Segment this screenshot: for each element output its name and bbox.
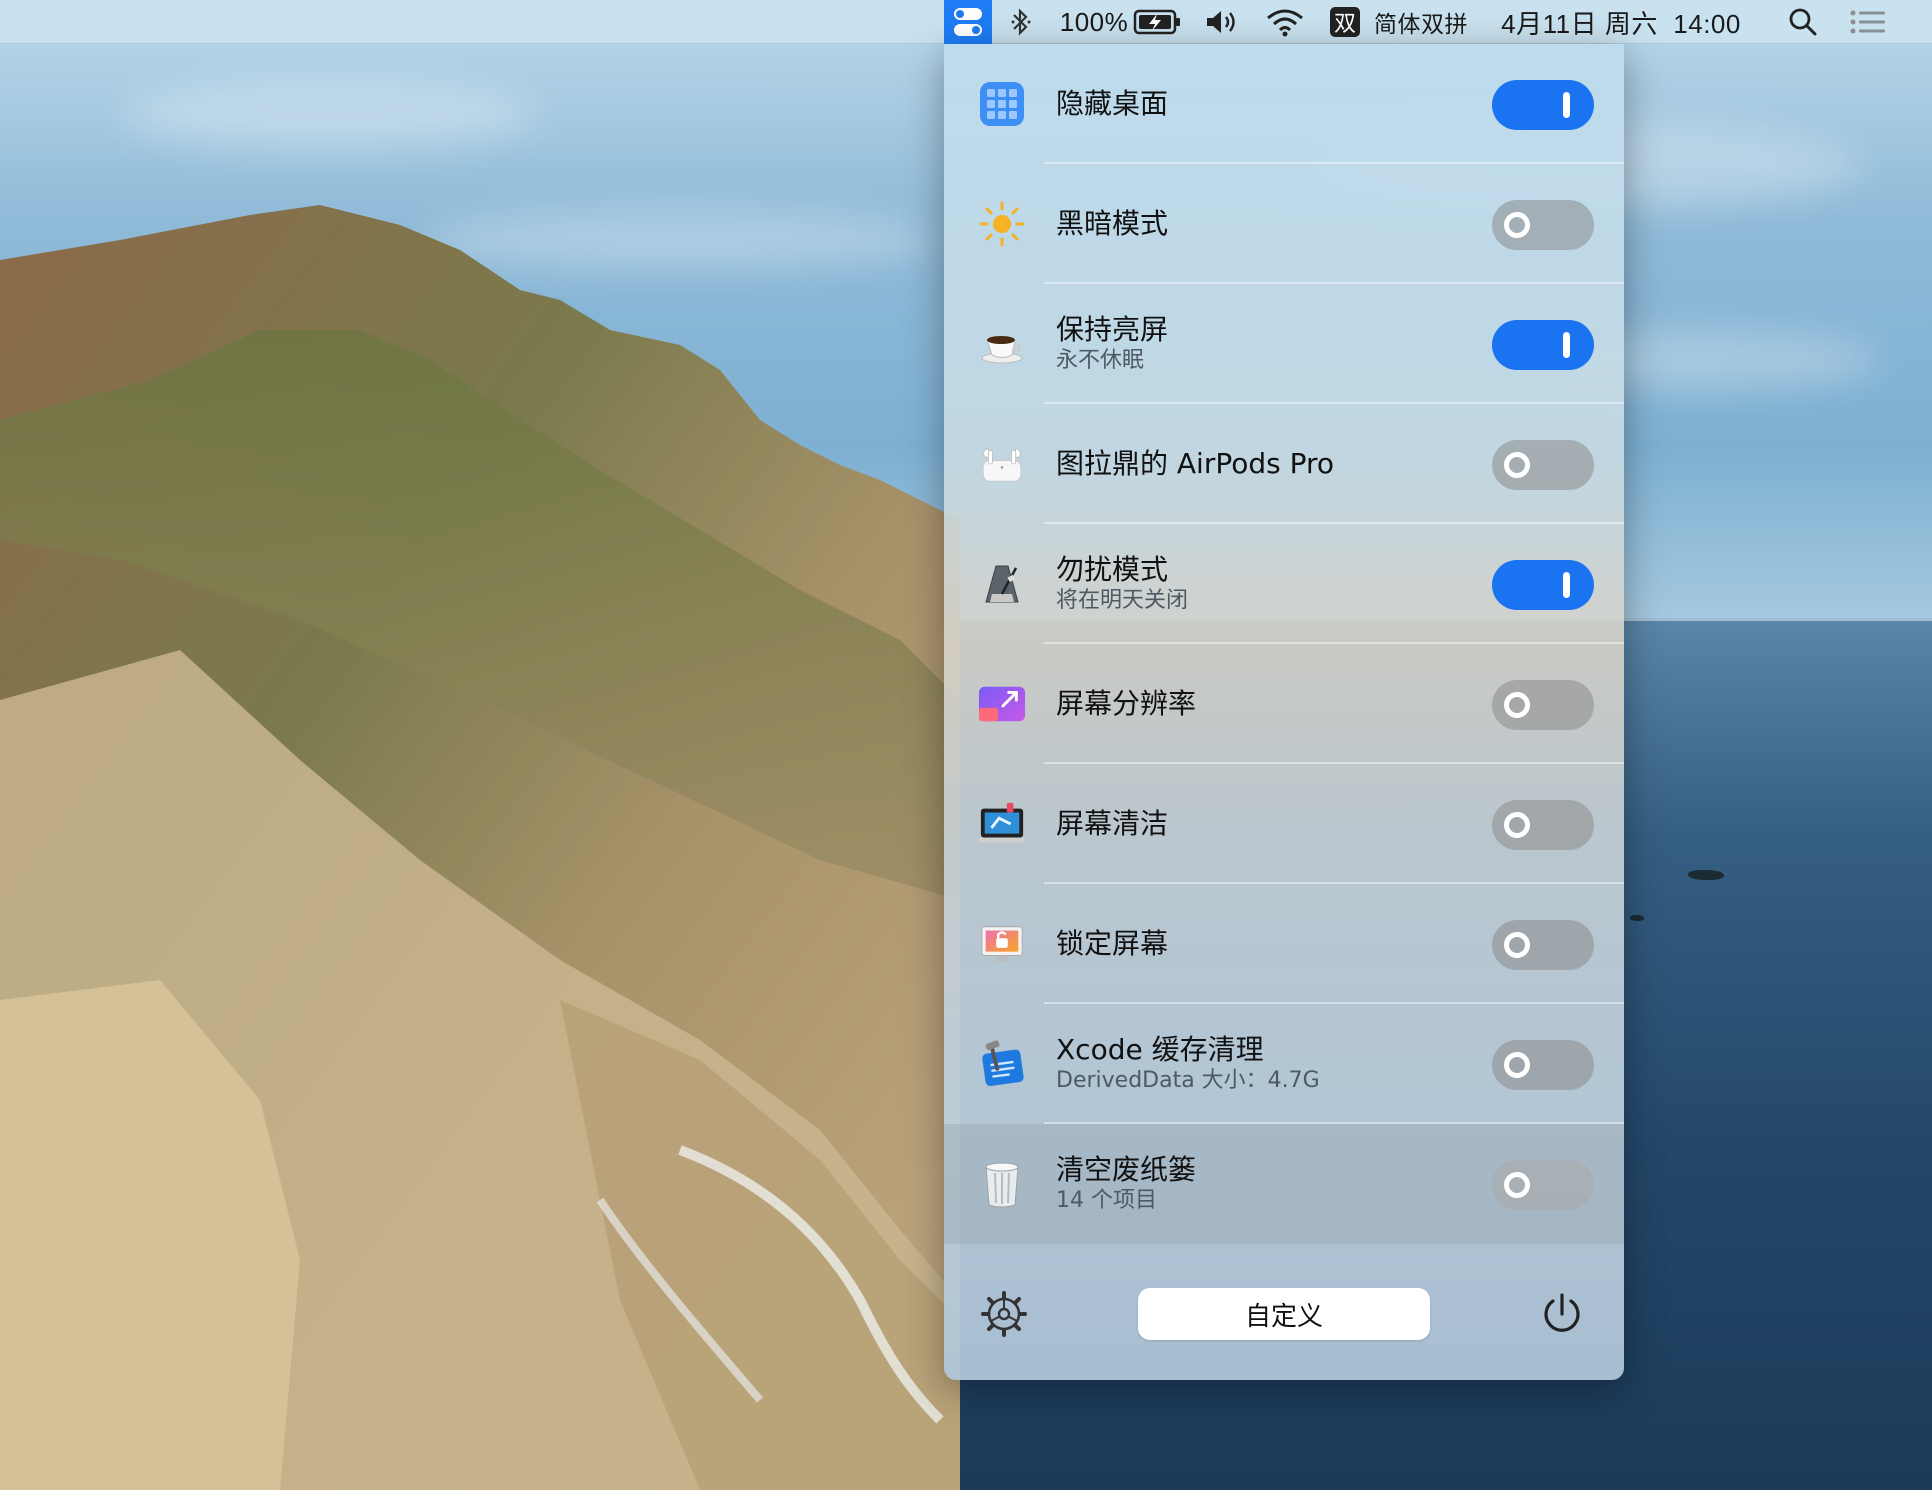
resolution-icon [978, 680, 1026, 728]
volume-icon [1207, 11, 1235, 33]
bluetooth-menu[interactable] [1004, 0, 1038, 44]
ime-name[interactable]: 简体双拼 [1368, 0, 1474, 44]
sea-rock [1630, 915, 1644, 921]
row-dark-mode[interactable]: 黑暗模式 [944, 164, 1624, 284]
metronome-icon [978, 560, 1026, 608]
wifi-icon [1267, 9, 1303, 37]
row-screen-resolution[interactable]: 屏幕分辨率 [944, 644, 1624, 764]
row-title: 屏幕清洁 [1056, 807, 1169, 840]
row-title: 图拉鼎的 AirPods Pro [1056, 447, 1335, 480]
battery-charging-icon [1133, 9, 1180, 35]
row-empty-trash[interactable]: 清空废纸篓 14 个项目 [944, 1124, 1624, 1244]
row-title: 隐藏桌面 [1056, 87, 1169, 120]
customize-button[interactable]: 自定义 [1138, 1288, 1430, 1340]
airpods-icon [978, 440, 1026, 488]
menubar-datetime[interactable]: 4月11日 周六 14:00 [1490, 0, 1752, 44]
row-title: 清空废纸篓 [1056, 1153, 1197, 1186]
row-title: 锁定屏幕 [1056, 927, 1169, 960]
screen-resolution-toggle[interactable] [1492, 680, 1594, 730]
row-title: 屏幕分辨率 [1056, 687, 1197, 720]
sun-icon [978, 200, 1026, 248]
power-icon [1544, 1293, 1580, 1332]
app-status-icon [954, 8, 982, 36]
do-not-disturb-toggle[interactable] [1492, 560, 1594, 610]
spotlight-button[interactable] [1786, 0, 1820, 44]
panel-footer: 自定义 [944, 1252, 1624, 1380]
row-subtitle: 永不休眠 [1056, 348, 1145, 373]
row-subtitle: DerivedData 大小：4.7G [1056, 1068, 1320, 1093]
notification-center-icon [1850, 10, 1885, 34]
notification-center-button[interactable] [1846, 0, 1890, 44]
row-keep-awake[interactable]: 保持亮屏 永不休眠 [944, 284, 1624, 404]
quit-button[interactable] [1540, 1292, 1584, 1336]
row-do-not-disturb[interactable]: 勿扰模式 将在明天关闭 [944, 524, 1624, 644]
menu-bar: 100% 双 简体双拼 4月11日 周六 14:00 [0, 0, 1932, 44]
grid-app-icon [978, 80, 1026, 128]
app-status-panel: 隐藏桌面 黑暗模式 保持亮屏 永不休眠 图拉鼎的 AirPods Pro 勿扰模… [944, 44, 1624, 1380]
spotlight-search-icon [1789, 8, 1817, 36]
row-title: 保持亮屏 [1056, 313, 1169, 346]
row-subtitle: 14 个项目 [1056, 1188, 1157, 1213]
row-title: Xcode 缓存清理 [1056, 1033, 1264, 1066]
sea-rock [1688, 870, 1724, 880]
app-status-menu-button[interactable] [944, 0, 992, 44]
row-title: 黑暗模式 [1056, 207, 1169, 240]
ime-icon: 双 [1330, 7, 1360, 37]
battery-menu[interactable] [1132, 0, 1182, 44]
row-lock-screen[interactable]: 锁定屏幕 [944, 884, 1624, 1004]
volume-menu[interactable] [1202, 0, 1244, 44]
airpods-toggle[interactable] [1492, 440, 1594, 490]
row-hide-desktop[interactable]: 隐藏桌面 [944, 44, 1624, 164]
row-xcode-cache[interactable]: Xcode 缓存清理 DerivedData 大小：4.7G [944, 1004, 1624, 1124]
xcode-cache-toggle[interactable] [1492, 1040, 1594, 1090]
row-airpods[interactable]: 图拉鼎的 AirPods Pro [944, 404, 1624, 524]
dark-mode-toggle[interactable] [1492, 200, 1594, 250]
ime-menu[interactable]: 双 [1328, 0, 1362, 44]
row-screen-clean[interactable]: 屏幕清洁 [944, 764, 1624, 884]
keep-awake-toggle[interactable] [1492, 320, 1594, 370]
row-subtitle: 将在明天关闭 [1056, 588, 1189, 613]
xcode-icon [978, 1040, 1026, 1088]
row-title: 勿扰模式 [1056, 553, 1169, 586]
battery-percent: 100% [1059, 6, 1129, 37]
gear-icon [981, 1291, 1027, 1337]
settings-button[interactable] [980, 1290, 1028, 1338]
empty-trash-toggle[interactable] [1492, 1160, 1594, 1210]
bluetooth-icon [1011, 8, 1031, 36]
trash-icon [978, 1160, 1026, 1208]
coffee-cup-icon [978, 320, 1026, 368]
wifi-menu[interactable] [1262, 0, 1308, 44]
hide-desktop-toggle[interactable] [1492, 80, 1594, 130]
lock-screen-toggle[interactable] [1492, 920, 1594, 970]
screen-clean-toggle[interactable] [1492, 800, 1594, 850]
screen-clean-icon [978, 800, 1026, 848]
lock-screen-icon [978, 920, 1026, 968]
